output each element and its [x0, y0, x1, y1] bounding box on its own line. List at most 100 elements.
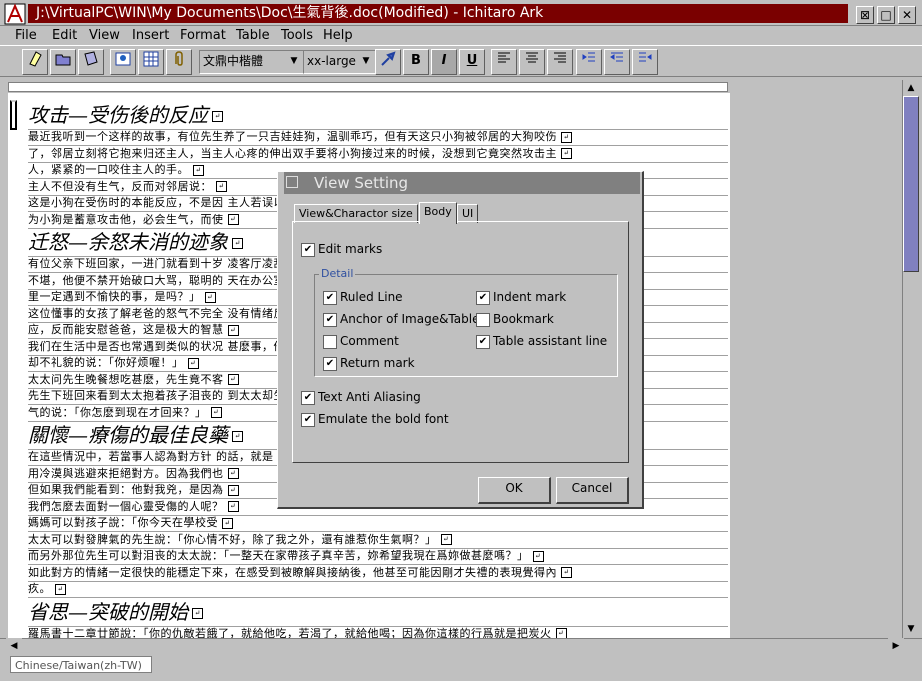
indent-button[interactable] — [576, 49, 602, 75]
font-size-select[interactable]: xx-large ▼ — [303, 50, 376, 74]
anchor-image-table-checkbox[interactable]: ✔ — [323, 313, 337, 327]
align-right-button[interactable] — [547, 49, 573, 75]
open-folder-icon — [55, 54, 71, 66]
comment-checkbox[interactable] — [323, 335, 337, 349]
line-text: 我们在生活中是否也常遇到类似的状况 甚麽事，他 — [28, 339, 285, 353]
document-text-line: 太太可以對發脾氣的先生說：「你心情不好，除了我之外，還有誰惹你生氣啊？」 ↵ — [28, 532, 728, 549]
dialog-menu-icon[interactable] — [286, 176, 298, 188]
ruled-line-checkbox[interactable]: ✔ — [323, 291, 337, 305]
line-text: 太太可以對發脾氣的先生說：「你心情不好，除了我之外，還有誰惹你生氣啊？」 — [28, 532, 437, 546]
open-button[interactable] — [50, 49, 76, 75]
return-mark-icon: ↵ — [440, 534, 452, 545]
scroll-up-icon[interactable]: ▲ — [903, 80, 919, 96]
line-text: 攻击—受伤後的反应 — [28, 103, 208, 127]
new-document-button[interactable] — [22, 49, 48, 75]
dialog-title: View Setting — [284, 172, 640, 194]
return-mark-icon: ↵ — [227, 214, 239, 225]
outdent-button[interactable] — [632, 49, 658, 75]
menu-tools[interactable]: Tools — [281, 26, 313, 45]
vertical-scroll-thumb[interactable] — [903, 96, 919, 272]
return-mark-icon: ↵ — [192, 607, 203, 619]
line-text: 不堪，他便不禁开始破口大骂，聪明的 天在办公室 — [28, 273, 285, 287]
emulate-bold-font-label: Emulate the bold font — [318, 412, 449, 426]
underline-button[interactable]: U — [459, 49, 485, 75]
menu-view[interactable]: View — [89, 26, 120, 45]
brush-icon — [381, 51, 396, 66]
return-mark-icon: ↵ — [222, 517, 233, 529]
font-name-value: 文鼎中楷體 — [203, 54, 264, 68]
return-mark-icon: ↵ — [227, 484, 239, 496]
cancel-button[interactable]: Cancel — [556, 477, 629, 504]
ok-button[interactable]: OK — [478, 477, 551, 504]
maximize-button[interactable]: □ — [877, 6, 895, 24]
scroll-right-icon[interactable]: ▶ — [888, 638, 904, 654]
line-text: 了，邻居立刻将它抱来归还主人，当主人心疼的伸出双手要将小狗接过来的时候，没想到它… — [28, 146, 557, 160]
bookmark-label: Bookmark — [493, 312, 554, 326]
image-icon — [115, 52, 131, 66]
return-mark-icon: ↵ — [187, 357, 199, 369]
italic-button[interactable]: I — [431, 49, 457, 75]
return-mark-checkbox[interactable]: ✔ — [323, 357, 337, 371]
line-text: 省思—突破的開始 — [28, 599, 188, 624]
return-mark-icon: ↵ — [232, 431, 243, 442]
tab-body[interactable]: Body — [419, 202, 457, 224]
document-heading: 省思—突破的開始 ↵ — [28, 598, 728, 627]
line-text: 这是小狗在受伤时的本能反应，不是因 主人若误以 — [28, 196, 285, 209]
menu-bar: File Edit View Insert Format Table Tools… — [0, 26, 922, 45]
line-text: 这位懂事的女孩了解老爸的怒气不完全 没有情绪反 — [28, 306, 285, 320]
line-text: 气的说：「你怎麽到现在才回来？」 — [28, 405, 207, 419]
table-assistant-line-checkbox[interactable]: ✔ — [476, 335, 490, 349]
scroll-down-icon[interactable]: ▼ — [903, 621, 919, 637]
line-text: 太太问先生晚餐想吃甚麽，先生竟不客 — [28, 372, 224, 386]
return-mark-icon: ↵ — [561, 148, 572, 159]
save-button[interactable] — [78, 49, 104, 75]
document-text-line: 媽媽可以對孩子說：「你今天在學校受 ↵ — [28, 515, 728, 532]
paperclip-icon — [175, 51, 183, 66]
align-left-button[interactable] — [491, 49, 517, 75]
line-text: 媽媽可以對孩子說：「你今天在學校受 — [28, 516, 218, 529]
app-logo-icon[interactable] — [4, 3, 26, 25]
line-text: 迁怒—余怒未消的迹象 — [28, 230, 228, 254]
indent-mark-checkbox[interactable]: ✔ — [476, 291, 490, 305]
align-left-icon — [498, 52, 510, 63]
edit-marks-checkbox[interactable]: ✔ — [301, 243, 315, 257]
bookmark-checkbox[interactable] — [476, 313, 490, 327]
format-painter-button[interactable] — [375, 49, 401, 75]
font-name-select[interactable]: 文鼎中楷體 ▼ — [199, 50, 304, 74]
outdent-icon — [639, 52, 652, 62]
menu-file[interactable]: File — [15, 26, 37, 45]
close-icon: ✕ — [901, 8, 913, 22]
scroll-left-icon[interactable]: ◀ — [6, 638, 22, 654]
hanging-indent-button[interactable] — [604, 49, 630, 75]
iconify-button[interactable]: ⊠ — [856, 6, 874, 24]
return-mark-icon: ↵ — [204, 291, 216, 303]
insert-link-button[interactable] — [166, 49, 192, 75]
align-center-button[interactable] — [519, 49, 545, 75]
line-text: 最近我听到一个这样的故事，有位先生养了一只吉娃娃狗，温驯乖巧，但有天这只小狗被邻… — [28, 130, 557, 143]
return-mark-icon: ↵ — [227, 501, 239, 512]
line-text: 人，紧紧的一口咬住主人的手。 — [28, 163, 189, 176]
close-button[interactable]: ✕ — [898, 6, 916, 24]
menu-table[interactable]: Table — [236, 26, 270, 45]
text-anti-aliasing-checkbox[interactable]: ✔ — [301, 391, 315, 405]
line-text: 先生下班回来看到太太抱着孩子泪丧的 到太太却生 — [28, 389, 285, 402]
menu-format[interactable]: Format — [180, 26, 226, 45]
horizontal-scrollbar[interactable] — [0, 638, 922, 654]
chevron-down-icon: ▼ — [362, 56, 370, 66]
new-document-icon — [29, 51, 42, 67]
emulate-bold-font-checkbox[interactable]: ✔ — [301, 413, 315, 427]
line-text: 疚。 — [28, 582, 51, 595]
comment-label: Comment — [340, 334, 399, 348]
insert-table-button[interactable] — [138, 49, 164, 75]
insert-image-button[interactable] — [110, 49, 136, 75]
ruler[interactable] — [8, 82, 728, 92]
anchor-image-table-label: Anchor of Image&Table — [340, 312, 480, 326]
line-text: 用冷漠與逃避來拒絕對方。因為我們也 — [28, 466, 224, 480]
menu-insert[interactable]: Insert — [132, 26, 169, 45]
detail-group-label: Detail — [319, 267, 356, 281]
return-mark-icon: ↵ — [212, 111, 223, 122]
menu-help[interactable]: Help — [323, 26, 353, 45]
bold-button[interactable]: B — [403, 49, 429, 75]
menu-edit[interactable]: Edit — [52, 26, 77, 45]
line-text: 羅馬書十二章廿節說：「你的仇敵若餓了，就給他吃，若渴了，就給他喝；因為你這樣的行… — [28, 626, 552, 639]
